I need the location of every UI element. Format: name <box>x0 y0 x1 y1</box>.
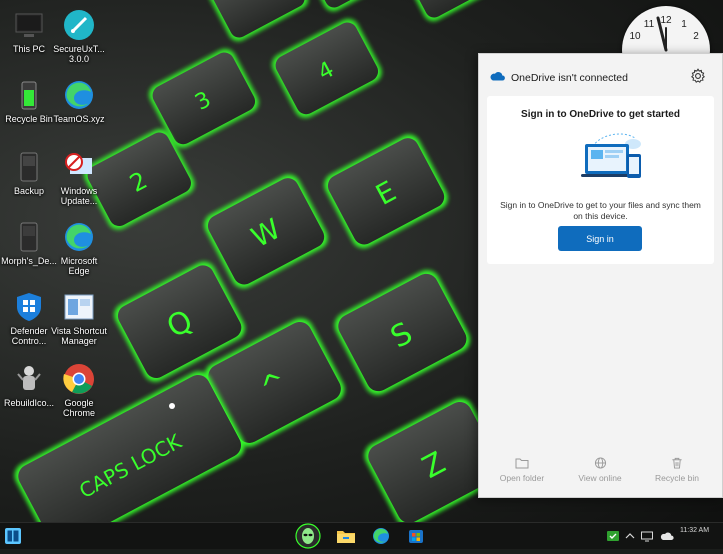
backup-icon <box>12 150 46 184</box>
taskbar: 11:32 AM <box>0 522 723 549</box>
display-tray-icon[interactable] <box>640 529 654 543</box>
desktop-icon-teamos-xyz[interactable]: TeamOS.xyz <box>50 78 108 124</box>
desktop-icon-label: Vista Shortcut Manager <box>51 326 107 346</box>
alienware-taskbar-button[interactable] <box>294 523 322 549</box>
view-online-label: View online <box>578 473 622 483</box>
card-body-text: Sign in to OneDrive to get to your files… <box>500 200 701 221</box>
trash-icon <box>672 457 682 469</box>
desktop-icon-label: Google Chrome <box>62 398 95 418</box>
clock-number-12: 12 <box>660 15 672 26</box>
alienware-icon <box>295 523 321 549</box>
desktop-icon-windows[interactable]: Windows Update... <box>50 150 108 206</box>
edge-icon <box>373 528 389 544</box>
this-pc-icon <box>12 8 46 42</box>
onedrive-cloud-icon <box>490 72 505 81</box>
recycle-bin-button[interactable]: Recycle bin <box>642 457 712 483</box>
recycle-bin-icon <box>12 78 46 112</box>
sign-in-button[interactable]: Sign in <box>558 226 642 251</box>
clock-number-2: 2 <box>693 31 699 42</box>
desktop-icon-label: TeamOS.xyz <box>53 114 105 124</box>
flyout-title: OneDrive isn't connected <box>511 72 628 84</box>
desktop-icon-label: SecureUxT... 3.0.0 <box>53 44 105 64</box>
clock-number-11: 11 <box>644 19 655 30</box>
open-folder-button[interactable]: Open folder <box>487 457 557 483</box>
clock-number-10: 10 <box>629 31 641 42</box>
view-online-button[interactable]: View online <box>565 457 635 483</box>
vista-shortcut-icon <box>62 290 96 324</box>
desktop-icon-label: Windows Update... <box>60 186 98 206</box>
clock-number-1: 1 <box>681 19 687 30</box>
folder-icon <box>515 458 529 469</box>
file-explorer-icon <box>337 531 355 543</box>
security-tray-icon[interactable] <box>606 529 620 543</box>
flyout-footer: Open folder View online Recycle bin <box>479 449 722 499</box>
file-explorer-taskbar-button[interactable] <box>335 526 357 546</box>
secureux-icon <box>62 8 96 42</box>
chevron-up-tray-icon[interactable] <box>624 529 636 543</box>
desktop-icon-microsoft[interactable]: Microsoft Edge <box>50 220 108 276</box>
gear-icon[interactable] <box>690 68 706 84</box>
sign-in-card: Sign in to OneDrive to get started Sign … <box>487 96 714 264</box>
windows-update-icon <box>62 150 96 184</box>
edge-icon <box>62 78 96 112</box>
edge-taskbar-button[interactable] <box>370 526 392 546</box>
onedrive-flyout: OneDrive isn't connected Sign in to OneD… <box>478 53 723 498</box>
desktop-icon-vista-shortcut[interactable]: Vista Shortcut Manager <box>50 290 108 346</box>
desktop-icon-label: Microsoft Edge <box>60 256 98 276</box>
recycle-bin-label: Recycle bin <box>655 473 699 483</box>
desktop-icon-google[interactable]: Google Chrome <box>50 362 108 418</box>
devices-illustration <box>581 133 641 178</box>
desktop-icon-secureuxt[interactable]: SecureUxT... 3.0.0 <box>50 8 108 64</box>
start-button[interactable] <box>4 527 22 545</box>
defender-icon <box>12 290 46 324</box>
taskbar-clock[interactable]: 11:32 AM <box>680 526 709 535</box>
chrome-icon <box>62 362 96 396</box>
store-taskbar-button[interactable] <box>405 526 427 546</box>
morph-icon <box>12 220 46 254</box>
edge-icon <box>62 220 96 254</box>
flyout-header: OneDrive isn't connected <box>479 54 722 92</box>
rebuild-icon-icon <box>12 362 46 396</box>
card-heading: Sign in to OneDrive to get started <box>521 109 680 120</box>
globe-icon <box>594 457 606 469</box>
store-icon <box>409 530 423 543</box>
open-folder-label: Open folder <box>499 473 545 483</box>
onedrive-tray-icon[interactable] <box>660 529 674 543</box>
start-icon <box>5 528 21 544</box>
